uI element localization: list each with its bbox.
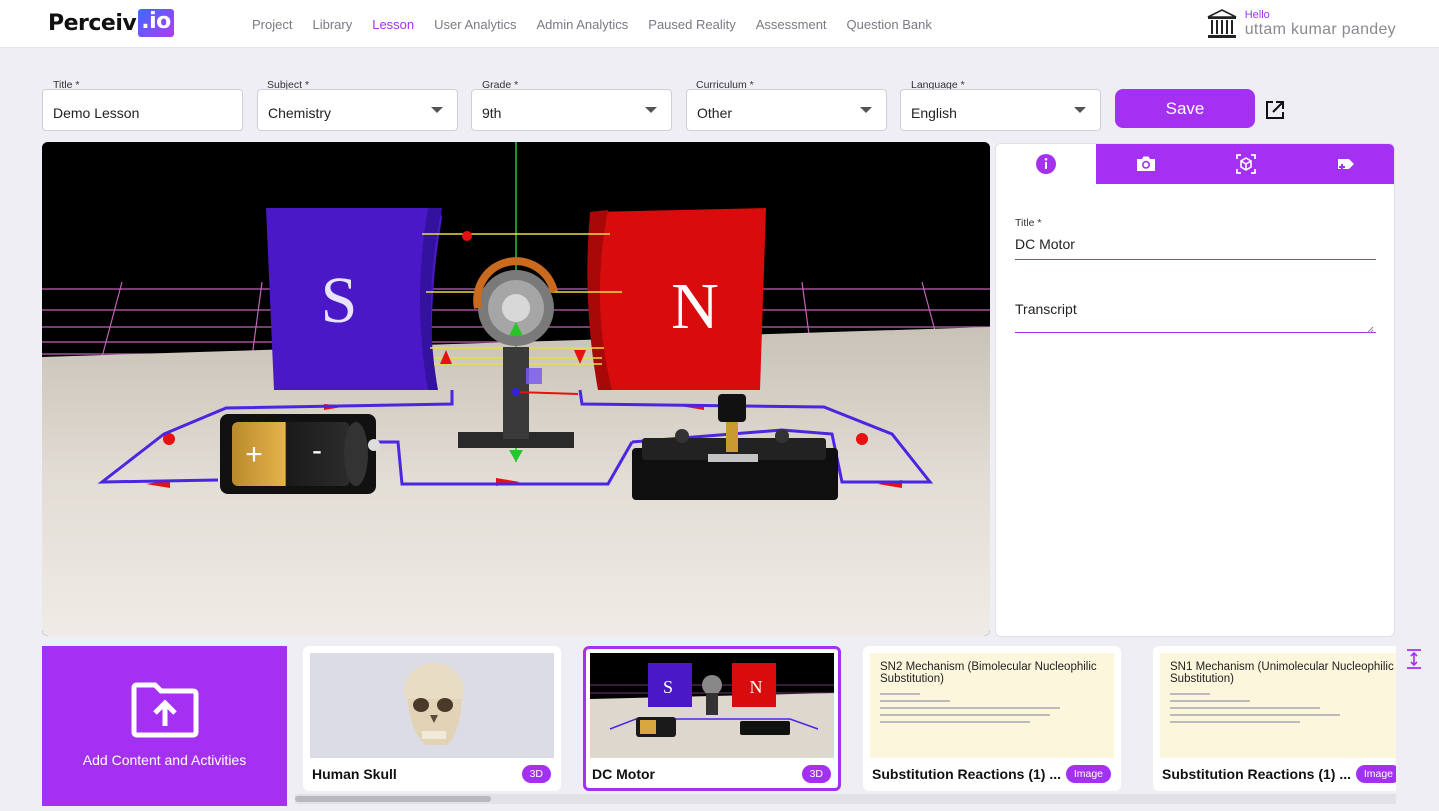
content-type-badge: 3D — [801, 765, 831, 783]
skull-thumbnail — [310, 653, 554, 758]
content-thumbnail: SN1 Mechanism (Unimolecular Nucleophilic… — [1160, 653, 1396, 758]
chevron-down-icon — [431, 107, 443, 113]
ar-cube-icon — [1236, 154, 1256, 174]
content-strip: Human Skull 3D S N DC Motor 3D SN2 Mecha… — [295, 646, 1396, 806]
add-content-button[interactable]: Add Content and Activities — [42, 646, 287, 806]
language-value: English — [911, 105, 957, 121]
lesson-title-value: Demo Lesson — [53, 105, 140, 121]
user-name: uttam kumar pandey — [1244, 21, 1396, 39]
folder-upload-icon — [131, 682, 199, 738]
item-title-input[interactable]: DC Motor — [1015, 236, 1376, 260]
grade-value: 9th — [482, 105, 502, 121]
greeting-text: Hello — [1244, 9, 1270, 22]
subject-value: Chemistry — [268, 105, 332, 121]
tab-info[interactable] — [996, 144, 1096, 184]
document-heading: SN1 Mechanism (Unimolecular Nucleophilic… — [1170, 661, 1394, 686]
user-menu[interactable]: Hello uttam kumar pandey — [1205, 7, 1396, 41]
nav-assessment[interactable]: Assessment — [756, 17, 827, 32]
nav-project[interactable]: Project — [252, 17, 292, 32]
curriculum-select[interactable]: Other — [686, 89, 887, 131]
battery-plus-label: + — [245, 438, 263, 471]
properties-panel: Title * DC Motor Transcript — [995, 143, 1395, 637]
subject-select[interactable]: Chemistry — [257, 89, 458, 131]
content-type-badge: Image — [1355, 765, 1396, 783]
app-logo[interactable]: Perceiv .io — [48, 8, 174, 38]
logo-suffix: .io — [138, 9, 174, 37]
content-thumbnail — [310, 653, 554, 758]
dc-motor-thumbnail: S N — [590, 653, 834, 758]
content-card-selected[interactable]: S N DC Motor 3D — [583, 646, 841, 791]
nav-paused-reality[interactable]: Paused Reality — [648, 17, 735, 32]
content-title: Human Skull — [312, 766, 397, 782]
chevron-down-icon — [645, 107, 657, 113]
nav-admin-analytics[interactable]: Admin Analytics — [537, 17, 629, 32]
battery-minus-label: - — [312, 434, 322, 467]
logo-text: Perceiv — [48, 10, 137, 36]
content-type-badge: Image — [1065, 765, 1111, 783]
tab-ar[interactable] — [1196, 144, 1296, 184]
tab-add-activity[interactable] — [1296, 144, 1394, 184]
content-thumbnail: SN2 Mechanism (Bimolecular Nucleophilic … — [870, 653, 1114, 758]
magnet-north-label: N — [671, 270, 719, 343]
add-content-label: Add Content and Activities — [82, 752, 247, 768]
nav-lesson[interactable]: Lesson — [372, 17, 414, 32]
camera-icon — [1137, 156, 1155, 171]
document-thumbnail: SN2 Mechanism (Bimolecular Nucleophilic … — [870, 653, 1114, 758]
3d-viewer[interactable]: S N + - — [42, 142, 990, 636]
content-card[interactable]: SN2 Mechanism (Bimolecular Nucleophilic … — [863, 646, 1121, 791]
thumb-north-label: N — [750, 677, 763, 697]
grade-select[interactable]: 9th — [471, 89, 672, 131]
lesson-title-input[interactable]: Demo Lesson — [42, 89, 243, 131]
nav-user-analytics[interactable]: User Analytics — [434, 17, 516, 32]
item-title-label: Title * — [1015, 217, 1042, 229]
tab-camera[interactable] — [1096, 144, 1196, 184]
panel-tabs — [996, 144, 1394, 184]
magnet-south-label: S — [321, 264, 358, 337]
content-card[interactable]: Human Skull 3D — [303, 646, 561, 791]
content-type-badge: 3D — [521, 765, 551, 783]
dc-motor-scene: S N + - — [42, 142, 990, 636]
scrollbar-thumb[interactable] — [295, 796, 491, 802]
content-thumbnail: S N — [590, 653, 834, 758]
expand-vertical-icon[interactable] — [1405, 648, 1423, 670]
save-button[interactable]: Save — [1115, 89, 1255, 128]
transcript-textarea[interactable]: Transcript — [1015, 301, 1376, 333]
top-bar: Perceiv .io Project Library Lesson User A… — [0, 0, 1439, 48]
content-card[interactable]: SN1 Mechanism (Unimolecular Nucleophilic… — [1153, 646, 1396, 791]
institution-icon — [1207, 9, 1237, 38]
nav-question-bank[interactable]: Question Bank — [847, 17, 932, 32]
content-title: Substitution Reactions (1) ... — [872, 766, 1062, 782]
document-heading: SN2 Mechanism (Bimolecular Nucleophilic … — [880, 661, 1097, 686]
chevron-down-icon — [860, 107, 872, 113]
curriculum-value: Other — [697, 105, 733, 121]
language-select[interactable]: English — [900, 89, 1101, 131]
nav-library[interactable]: Library — [312, 17, 352, 32]
thumb-south-label: S — [663, 677, 673, 697]
content-title: DC Motor — [592, 766, 655, 782]
main-nav: Project Library Lesson User Analytics Ad… — [252, 0, 952, 48]
info-icon — [1036, 154, 1056, 174]
resize-grip-icon[interactable] — [1366, 326, 1374, 334]
chevron-down-icon — [1074, 107, 1086, 113]
open-external-icon[interactable] — [1264, 99, 1286, 121]
content-title: Substitution Reactions (1) ... — [1162, 766, 1352, 782]
add-activity-icon — [1338, 159, 1354, 170]
horizontal-scrollbar[interactable] — [295, 794, 1396, 804]
document-thumbnail: SN1 Mechanism (Unimolecular Nucleophilic… — [1160, 653, 1396, 758]
